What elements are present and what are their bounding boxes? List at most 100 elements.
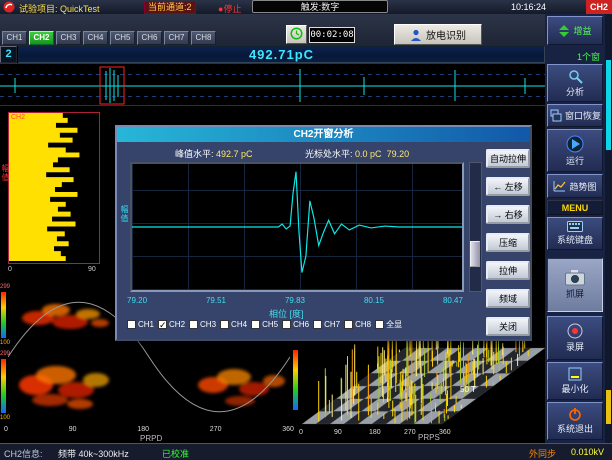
trigger-mode[interactable]: 触发:数字 [252,0,388,13]
window-restore-button[interactable]: 窗口恢复 [547,104,603,127]
channel-tab-ch5[interactable]: CH5 [110,31,135,45]
dialog-title-bar[interactable]: CH2开窗分析 [117,127,530,142]
elapsed-timer: 00:02:08 [309,27,355,43]
channel-tab-ch4[interactable]: CH4 [83,31,108,45]
channel-tab-ch7[interactable]: CH7 [164,31,189,45]
checkbox-ch3[interactable]: CH3 [189,319,216,330]
channel-tab-ch6[interactable]: CH6 [137,31,162,45]
analysis-button[interactable]: 分析 [547,64,603,102]
checkbox-box[interactable] [344,320,353,329]
top-bar: 试验项目: QuickTest 当前通道:2 ●停止 触发:数字 10:16:2… [0,0,612,14]
dialog-y-axis-label: 幅值 [119,205,130,223]
pulse-x-tick: 79.83 [285,296,305,305]
prpd-cluster [83,373,109,387]
prpd-x-axis: 090180270360 [4,426,294,433]
system-exit-button[interactable]: 系统退出 [547,402,603,440]
checkbox-label: CH1 [138,320,154,329]
sidebar: 增益 1个窗 分析 窗口恢复 运行 趋势图 MENU 系统键盘 抓屏 录屏 最小… [545,14,612,443]
screenshot-button[interactable]: 抓屏 [547,258,603,312]
pulse-x-tick: 80.47 [443,296,463,305]
hist-x-tick: 90 [88,266,96,273]
keyboard-icon [567,221,583,232]
checkbox-ch4[interactable]: CH4 [220,319,247,330]
discharge-recognition-label: 放电识别 [426,27,466,42]
pulse-x-tick: 79.51 [206,296,226,305]
prpd-x-tick: 0 [4,426,8,433]
window-analysis-dialog: CH2开窗分析 峰值水平: 492.7 pC 光标处水平: 0.0 pC 79.… [115,125,532,341]
checkbox-ch5[interactable]: CH5 [251,319,278,330]
checkbox-box[interactable] [282,320,291,329]
record-button[interactable]: 录屏 [547,316,603,360]
system-keyboard-button[interactable]: 系统键盘 [547,217,603,250]
prpd-label: PRPD [140,434,162,443]
prpd-x-tick: 270 [210,426,222,433]
checkbox-box[interactable] [313,320,322,329]
checkbox-ch6[interactable]: CH6 [282,319,309,330]
scrollbar-thumb[interactable] [470,241,480,267]
channel-tab-ch2[interactable]: CH2 [29,31,54,45]
checkbox-box[interactable] [127,320,136,329]
compress-button[interactable]: 压缩 [486,233,530,252]
move-left-button[interactable]: ← 左移 [486,177,530,196]
side-scrollbar[interactable] [605,14,612,443]
channel-tab-ch1[interactable]: CH1 [2,31,27,45]
channel-checkboxes: CH1 ✓CH2 CH3 CH4 CH5 CH6 CH7 CH8 全显 [127,319,477,330]
side-scrollbar-marker [606,390,611,424]
checkbox-全显[interactable]: 全显 [375,319,402,330]
band-info: 频带 40k~300kHz [58,447,129,460]
frequency-domain-button[interactable]: 频域 [486,289,530,308]
power-exit-icon [568,407,582,421]
record-label: 录屏 [566,340,584,353]
cursor-level-label: 光标处水平: [305,149,353,159]
peak-level-value: 492.7 pC [216,149,253,159]
run-button[interactable]: 运行 [547,129,603,172]
pulse-plot[interactable] [130,162,464,292]
clock-time: 10:16:24 [511,2,546,12]
discharge-recognition-button[interactable]: 放电识别 [394,24,482,45]
minimize-button[interactable]: 最小化 [547,362,603,400]
channel-tab-ch8[interactable]: CH8 [191,31,216,45]
gain-button[interactable]: 增益 [547,16,603,45]
pulse-overview-strip[interactable] [0,63,545,106]
auto-stretch-button[interactable]: 自动拉伸 [486,149,530,168]
plot-scrollbar[interactable] [469,162,482,292]
dialog-buttons: 自动拉伸 ← 左移 → 右移压缩拉伸频域关闭 [486,149,530,345]
stretch-button[interactable]: 拉伸 [486,261,530,280]
checkbox-ch7[interactable]: CH7 [313,319,340,330]
checkbox-box[interactable] [220,320,229,329]
timer-button[interactable] [286,25,307,44]
hist-x-tick: 0 [8,266,12,273]
clock-icon [290,27,303,40]
menu-button[interactable]: MENU [547,200,603,215]
checkbox-box[interactable] [189,320,198,329]
checkbox-label: CH3 [200,320,216,329]
channel-tab-ch3[interactable]: CH3 [56,31,81,45]
side-scrollbar-thumb[interactable] [606,60,611,150]
checkbox-ch1[interactable]: CH1 [127,319,154,330]
trend-button[interactable]: 趋势图 [547,174,603,198]
run-label: 运行 [566,154,584,167]
window-restore-label: 窗口恢复 [565,109,601,122]
prpd-cluster [91,319,109,327]
prpd-cluster [263,375,285,387]
prpd-colorbar [1,359,6,413]
run-icon [566,135,584,153]
prpd-x-tick: 90 [69,426,77,433]
move-right-button[interactable]: → 右移 [486,205,530,224]
checkbox-ch8[interactable]: CH8 [344,319,371,330]
checkbox-box[interactable] [251,320,260,329]
pulse-x-tick: 79.20 [127,296,147,305]
system-keyboard-label: 系统键盘 [557,233,593,246]
prps-label: PRPS [418,433,440,442]
checkbox-box[interactable]: ✓ [158,320,167,329]
prps-x-tick: 90 [334,429,342,436]
prps-x-tick: 360 [439,429,451,436]
prpd-x-tick: 180 [137,426,149,433]
pulse-waveform [132,172,462,273]
cursor-phase-value: 79.20 [387,149,410,159]
prpd-cluster [36,366,76,384]
analysis-label: 分析 [566,85,584,98]
close-button[interactable]: 关闭 [486,317,530,336]
checkbox-ch2[interactable]: ✓CH2 [158,319,185,330]
checkbox-box[interactable] [375,320,384,329]
